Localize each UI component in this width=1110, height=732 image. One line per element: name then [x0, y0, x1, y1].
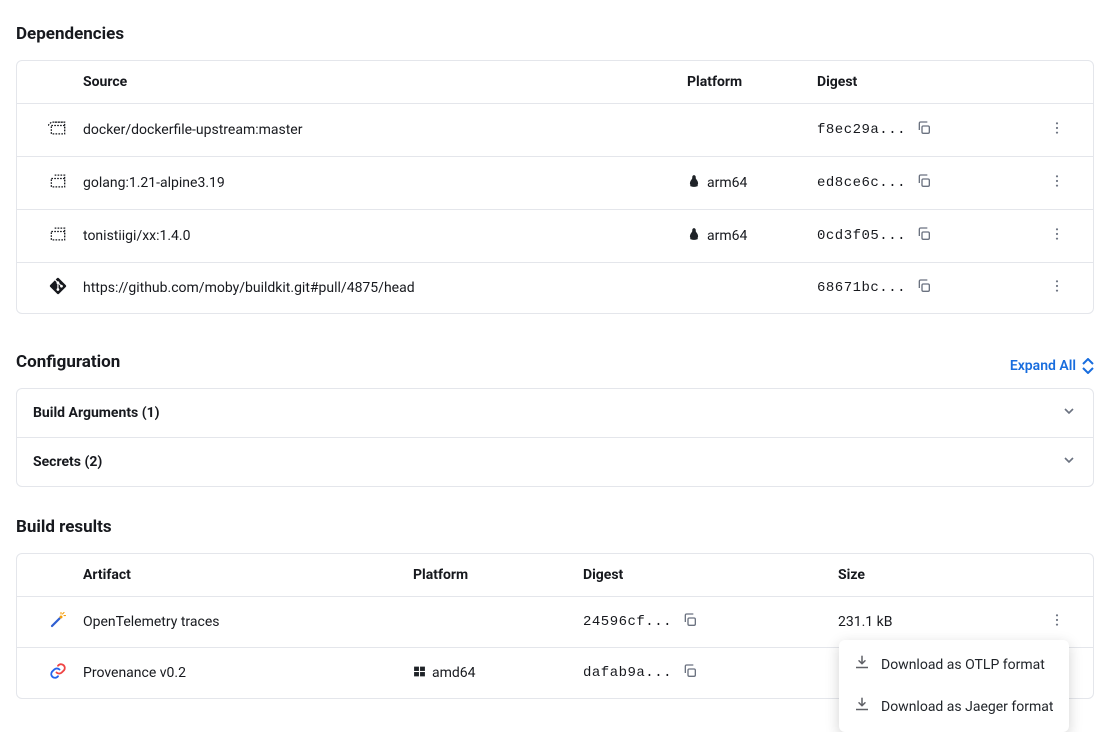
expand-all-button[interactable]: Expand All	[1010, 358, 1094, 374]
layers-icon	[48, 224, 68, 248]
copy-icon[interactable]	[916, 226, 932, 246]
dep-source: golang:1.21-alpine3.19	[83, 175, 687, 191]
expand-all-label: Expand All	[1010, 358, 1076, 374]
result-digest: 24596cf...	[583, 614, 672, 630]
table-row: https://github.com/moby/buildkit.git#pul…	[17, 262, 1093, 313]
result-artifact: OpenTelemetry traces	[83, 614, 413, 630]
configuration-title: Configuration	[16, 352, 120, 372]
dep-platform: arm64	[707, 228, 747, 244]
configuration-accordion: Build Arguments (1) Secrets (2)	[16, 388, 1094, 487]
menu-item-download-otlp[interactable]: Download as OTLP format	[839, 644, 1069, 686]
unfold-icon	[1082, 358, 1094, 374]
linux-icon	[687, 174, 701, 192]
col-header-size: Size	[838, 567, 1037, 583]
copy-icon[interactable]	[682, 612, 698, 632]
accordion-label: Secrets (2)	[33, 454, 102, 470]
kebab-icon[interactable]	[1049, 173, 1065, 193]
kebab-icon[interactable]	[1049, 612, 1065, 632]
download-icon	[853, 654, 871, 676]
menu-item-label: Download as OTLP format	[881, 657, 1045, 673]
kebab-icon[interactable]	[1049, 120, 1065, 140]
menu-item-download-jaeger[interactable]: Download as Jaeger format	[839, 686, 1069, 728]
col-header-artifact: Artifact	[83, 567, 413, 583]
accordion-item-build-arguments[interactable]: Build Arguments (1)	[17, 389, 1093, 437]
table-row: golang:1.21-alpine3.19 arm64 ed8ce6c...	[17, 156, 1093, 209]
dep-platform: arm64	[707, 175, 747, 191]
dep-digest: ed8ce6c...	[817, 175, 906, 191]
download-menu: Download as OTLP format Download as Jaeg…	[839, 640, 1069, 732]
dep-source: docker/dockerfile-upstream:master	[83, 122, 687, 138]
dep-digest: f8ec29a...	[817, 122, 906, 138]
windows-icon	[413, 665, 426, 682]
table-row: OpenTelemetry traces 24596cf... 231.1 kB…	[17, 596, 1093, 647]
dep-source: https://github.com/moby/buildkit.git#pul…	[83, 280, 687, 296]
build-results-title: Build results	[16, 517, 1094, 537]
dep-digest: 68671bc...	[817, 280, 906, 296]
linux-icon	[687, 227, 701, 245]
dep-digest: 0cd3f05...	[817, 228, 906, 244]
chevron-down-icon	[1061, 452, 1077, 472]
dependencies-header-row: Source Platform Digest	[17, 61, 1093, 103]
result-size: 231.1 kB	[838, 614, 1037, 630]
copy-icon[interactable]	[916, 120, 932, 140]
kebab-icon[interactable]	[1049, 226, 1065, 246]
col-header-platform: Platform	[413, 567, 583, 583]
accordion-label: Build Arguments (1)	[33, 405, 160, 421]
dependencies-title: Dependencies	[16, 24, 1094, 44]
dependencies-table: Source Platform Digest docker/dockerfile…	[16, 60, 1094, 314]
build-results-table: Artifact Platform Digest Size OpenTeleme…	[16, 553, 1094, 699]
provenance-icon	[49, 662, 67, 684]
table-row: docker/dockerfile-upstream:master f8ec29…	[17, 103, 1093, 156]
download-icon	[853, 696, 871, 718]
git-icon	[49, 277, 67, 299]
copy-icon[interactable]	[916, 278, 932, 298]
col-header-source: Source	[83, 74, 687, 90]
menu-item-label: Download as Jaeger format	[881, 699, 1053, 715]
chevron-down-icon	[1061, 403, 1077, 423]
result-digest: dafab9a...	[583, 665, 672, 681]
result-platform: amd64	[432, 665, 476, 681]
layers-icon	[48, 171, 68, 195]
dep-source: tonistiigi/xx:1.4.0	[83, 228, 687, 244]
copy-icon[interactable]	[916, 173, 932, 193]
build-results-header-row: Artifact Platform Digest Size	[17, 554, 1093, 596]
layers-icon	[48, 118, 68, 142]
result-artifact: Provenance v0.2	[83, 665, 413, 681]
telemetry-icon	[49, 611, 67, 633]
col-header-digest: Digest	[583, 567, 838, 583]
kebab-icon[interactable]	[1049, 278, 1065, 298]
table-row: tonistiigi/xx:1.4.0 arm64 0cd3f05...	[17, 209, 1093, 262]
accordion-item-secrets[interactable]: Secrets (2)	[17, 437, 1093, 486]
copy-icon[interactable]	[682, 663, 698, 683]
col-header-platform: Platform	[687, 74, 817, 90]
col-header-digest: Digest	[817, 74, 1037, 90]
